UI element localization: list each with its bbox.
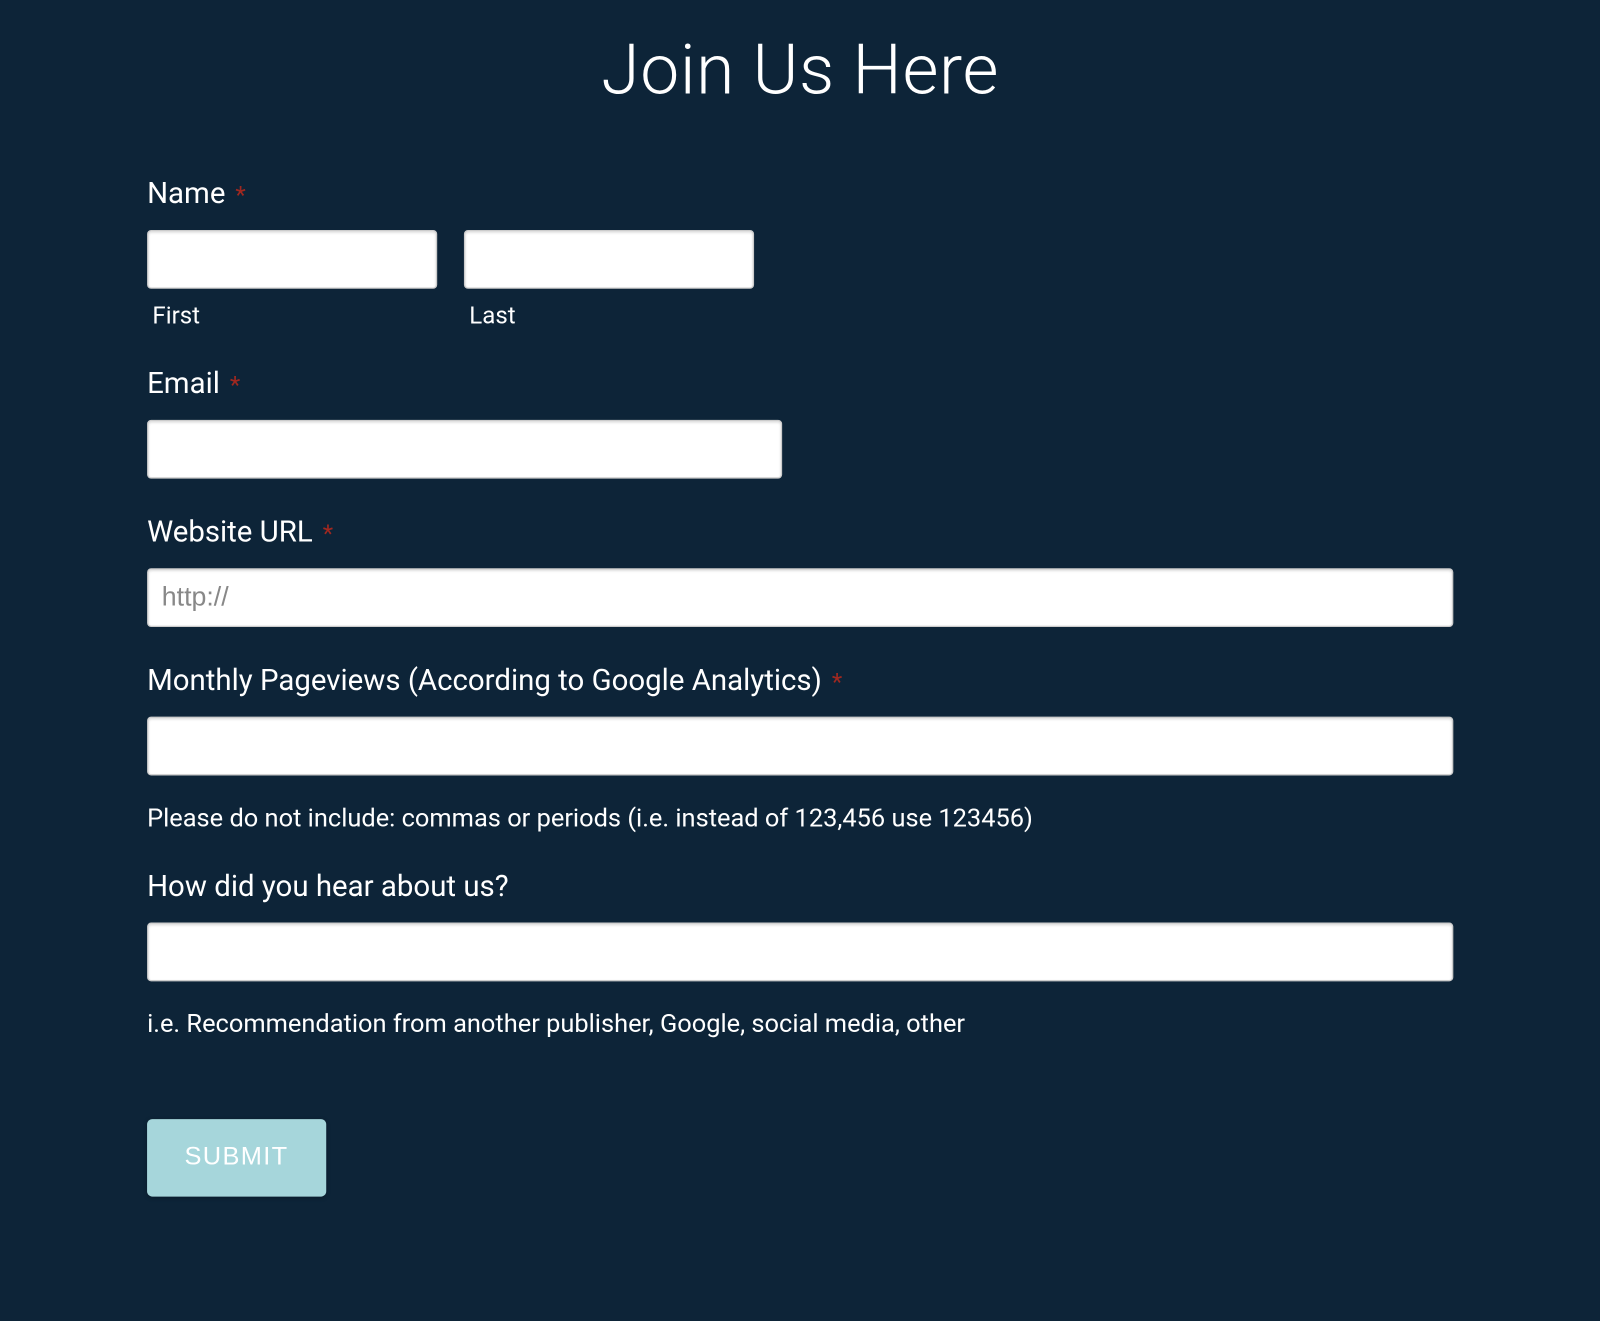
name-label: Name * bbox=[147, 178, 1453, 211]
submit-area: SUBMIT bbox=[147, 1119, 1453, 1197]
email-label-text: Email bbox=[147, 368, 220, 401]
name-required-asterisk: * bbox=[235, 182, 245, 210]
website-field: Website URL * bbox=[147, 516, 1453, 627]
email-label: Email * bbox=[147, 368, 1453, 401]
website-label-text: Website URL bbox=[147, 516, 313, 549]
pageviews-label: Monthly Pageviews (According to Google A… bbox=[147, 664, 1453, 697]
pageviews-input[interactable] bbox=[147, 717, 1453, 776]
website-input[interactable] bbox=[147, 568, 1453, 627]
signup-form: Name * First Last Email * bbox=[0, 178, 1600, 1197]
name-label-text: Name bbox=[147, 178, 225, 211]
pageviews-label-text: Monthly Pageviews (According to Google A… bbox=[147, 664, 822, 697]
email-input[interactable] bbox=[147, 420, 782, 479]
pageviews-field: Monthly Pageviews (According to Google A… bbox=[147, 664, 1453, 832]
last-name-input[interactable] bbox=[464, 230, 754, 289]
hear-label: How did you hear about us? bbox=[147, 870, 1453, 903]
submit-button[interactable]: SUBMIT bbox=[147, 1119, 326, 1197]
website-required-asterisk: * bbox=[323, 520, 333, 548]
hear-field: How did you hear about us? i.e. Recommen… bbox=[147, 870, 1453, 1038]
name-field: Name * First Last bbox=[147, 178, 1453, 330]
hear-input[interactable] bbox=[147, 923, 1453, 982]
pageviews-help-text: Please do not include: commas or periods… bbox=[147, 802, 1453, 833]
first-name-sublabel: First bbox=[147, 302, 437, 330]
hear-label-text: How did you hear about us? bbox=[147, 870, 509, 903]
last-name-sublabel: Last bbox=[464, 302, 754, 330]
website-label: Website URL * bbox=[147, 516, 1453, 549]
first-name-input[interactable] bbox=[147, 230, 437, 289]
email-required-asterisk: * bbox=[230, 372, 240, 400]
hear-help-text: i.e. Recommendation from another publish… bbox=[147, 1008, 1453, 1039]
email-field: Email * bbox=[147, 368, 1453, 479]
page-title: Join Us Here bbox=[0, 0, 1600, 178]
pageviews-required-asterisk: * bbox=[832, 669, 842, 697]
